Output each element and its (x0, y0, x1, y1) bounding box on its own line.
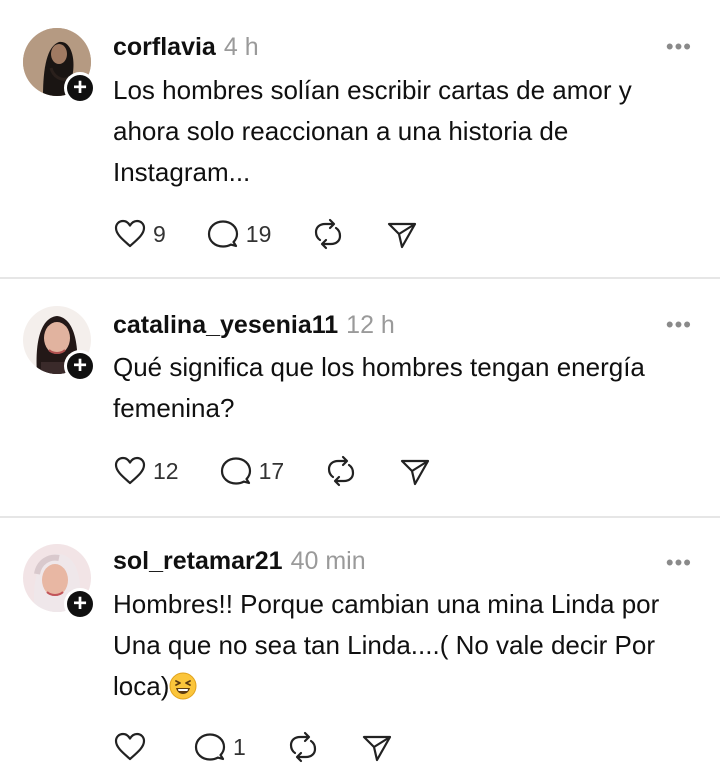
follow-button[interactable]: + (64, 588, 96, 620)
post-text: Qué significa que los hombres tengan ene… (113, 352, 645, 423)
repost-icon (315, 218, 342, 250)
like-button[interactable]: 12 (113, 454, 179, 488)
post-header: corflavia 4 h (113, 30, 650, 64)
action-bar: 1 (113, 727, 434, 767)
reply-count: 1 (233, 733, 246, 760)
username[interactable]: sol_retamar21 (113, 547, 283, 575)
heart-icon (114, 456, 146, 485)
action-bar: 12 17 (113, 451, 472, 491)
reply-count: 19 (245, 220, 272, 247)
repost-icon (289, 731, 316, 763)
send-icon (388, 222, 417, 249)
plus-icon: + (67, 353, 93, 379)
heart-icon (114, 219, 146, 248)
reply-count: 17 (258, 457, 285, 484)
post: + corflavia 4 h ••• Los hombres solían es… (0, 0, 720, 277)
like-button[interactable] (113, 730, 153, 764)
reply-button[interactable]: 1 (193, 730, 246, 764)
more-options-icon[interactable]: ••• (666, 314, 692, 336)
grinning-squinting-face-emoji (169, 672, 197, 700)
timestamp: 4 h (223, 33, 259, 61)
reply-button[interactable]: 19 (206, 217, 272, 251)
share-button[interactable] (398, 454, 432, 488)
plus-icon: + (67, 75, 93, 101)
like-count: 12 (153, 457, 179, 484)
more-options-icon[interactable]: ••• (666, 36, 692, 58)
more-options-icon[interactable]: ••• (666, 552, 692, 574)
action-bar: 9 19 (113, 214, 459, 254)
comment-bubble-icon (220, 457, 251, 485)
timestamp: 12 h (346, 311, 395, 339)
plus-icon: + (67, 591, 93, 617)
timestamp: 40 min (290, 547, 366, 575)
follow-button[interactable]: + (64, 72, 96, 104)
post-header: sol_retamar21 40 min (113, 544, 650, 578)
like-count: 9 (153, 220, 166, 247)
send-icon (362, 735, 391, 762)
comment-bubble-icon (194, 733, 226, 761)
follow-button[interactable]: + (64, 350, 96, 382)
post-text: Los hombres solían escribir cartas de am… (113, 75, 632, 187)
post: + catalina_yesenia11 12 h ••• Qué signifi… (0, 279, 720, 516)
repost-button[interactable] (324, 454, 358, 488)
post-text: Hombres!! Porque cambian una mina Linda … (113, 584, 703, 707)
heart-icon (114, 732, 146, 761)
username[interactable]: catalina_yesenia11 (113, 311, 338, 339)
reply-button[interactable]: 17 (219, 454, 285, 488)
repost-button[interactable] (311, 217, 345, 251)
share-button[interactable] (360, 730, 394, 764)
repost-icon (328, 455, 355, 487)
share-button[interactable] (385, 217, 419, 251)
username[interactable]: corflavia (113, 33, 216, 61)
repost-button[interactable] (286, 730, 320, 764)
like-button[interactable]: 9 (113, 217, 166, 251)
send-icon (401, 459, 430, 486)
post-header: catalina_yesenia11 12 h (113, 308, 650, 342)
post: + sol_retamar21 40 min ••• Hombres!! Porq… (0, 518, 720, 783)
comment-bubble-icon (207, 220, 238, 248)
